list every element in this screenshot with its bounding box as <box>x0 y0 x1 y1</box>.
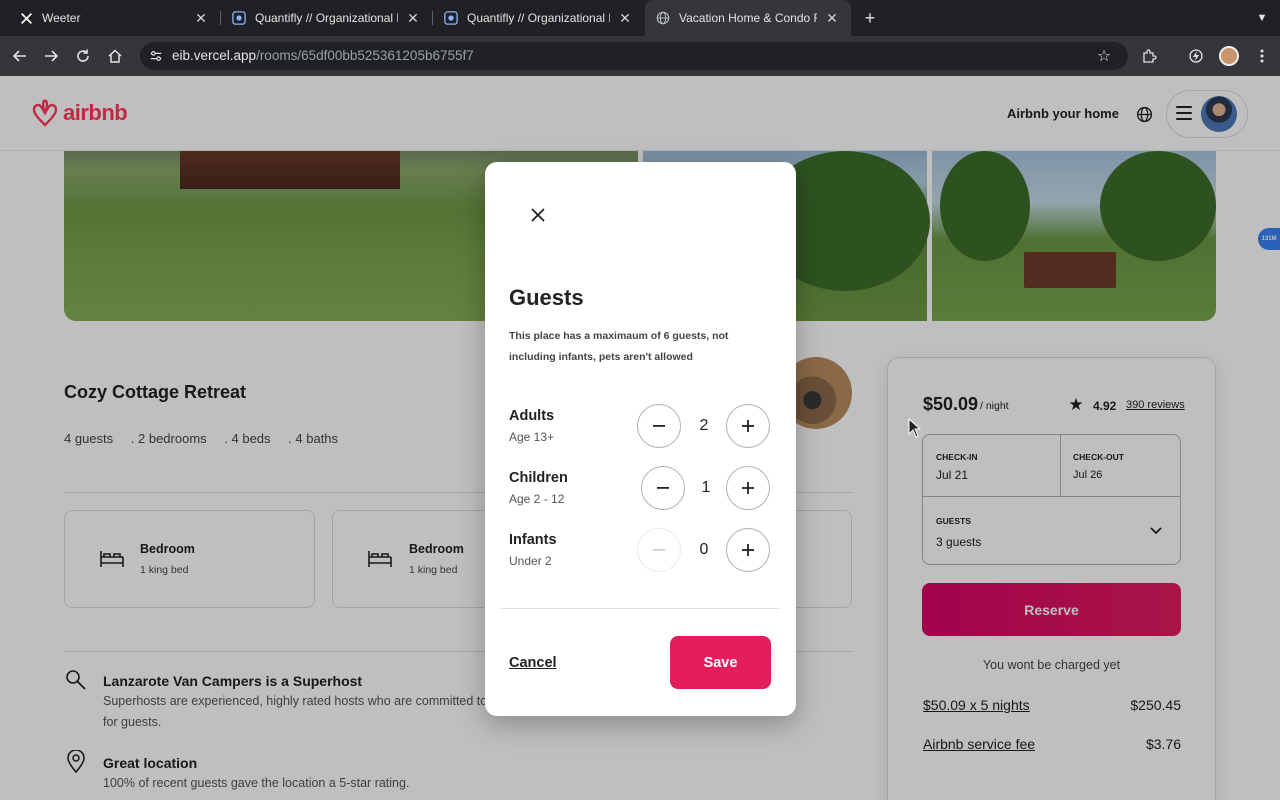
browser-profile-avatar[interactable] <box>1219 46 1239 66</box>
new-tab-icon[interactable]: + <box>860 8 880 28</box>
infants-increment-button[interactable] <box>726 528 770 572</box>
tab-title: Weeter <box>42 11 81 25</box>
browser-tab-weeter[interactable]: Weeter ✕ <box>8 0 220 36</box>
adults-age: Age 13+ <box>509 430 555 444</box>
minus-icon <box>653 425 665 427</box>
browser-tab-quantifly-1[interactable]: Quantifly // Organizational Dia ✕ <box>221 0 432 36</box>
reload-icon[interactable] <box>71 44 95 68</box>
infants-decrement-button[interactable] <box>637 528 681 572</box>
extensions-icon[interactable] <box>1137 44 1161 68</box>
children-count: 1 <box>701 479 711 496</box>
close-tab-icon[interactable]: ✕ <box>192 9 210 27</box>
bookmark-star-icon[interactable]: ☆ <box>1094 46 1114 66</box>
infants-count: 0 <box>699 541 709 558</box>
plus-icon <box>742 544 754 556</box>
close-tab-icon[interactable]: ✕ <box>404 9 422 27</box>
tab-title: Vacation Home & Condo Rent <box>679 11 817 25</box>
plus-icon <box>742 420 754 432</box>
save-button[interactable]: Save <box>670 636 771 689</box>
minus-icon <box>653 549 665 551</box>
modal-divider <box>501 608 779 609</box>
plus-icon <box>742 482 754 494</box>
infants-label: Infants <box>509 532 557 548</box>
cancel-button[interactable]: Cancel <box>509 655 557 671</box>
close-tab-icon[interactable]: ✕ <box>616 9 634 27</box>
tab-search-icon[interactable]: ▼ <box>1252 8 1272 28</box>
tab-title: Quantifly // Organizational Dia <box>467 11 610 25</box>
performance-icon[interactable] <box>1184 44 1208 68</box>
globe-icon <box>655 10 671 26</box>
children-label: Children <box>509 470 568 486</box>
quantifly-icon <box>231 10 247 26</box>
adults-label: Adults <box>509 408 555 424</box>
adults-increment-button[interactable] <box>726 404 770 448</box>
url-path: /rooms/65df00bb525361205b6755f7 <box>256 48 474 63</box>
x-logo-icon <box>18 10 34 26</box>
mouse-cursor-icon <box>908 418 922 438</box>
children-decrement-button[interactable] <box>641 466 685 510</box>
url-host: eib.vercel.app <box>172 48 257 63</box>
browser-tab-vacation[interactable]: Vacation Home & Condo Rent ✕ <box>645 0 851 36</box>
close-tab-icon[interactable]: ✕ <box>823 9 841 27</box>
infants-age: Under 2 <box>509 554 552 568</box>
children-age: Age 2 - 12 <box>509 492 565 506</box>
close-icon[interactable] <box>529 206 547 224</box>
browser-tab-quantifly-2[interactable]: Quantifly // Organizational Dia ✕ <box>433 0 644 36</box>
url-text[interactable]: eib.vercel.app/rooms/65df00bb525361205b6… <box>172 48 474 64</box>
back-icon[interactable] <box>8 44 32 68</box>
forward-icon[interactable] <box>39 44 63 68</box>
adults-decrement-button[interactable] <box>637 404 681 448</box>
quantifly-icon <box>443 10 459 26</box>
site-info-icon[interactable] <box>148 48 164 64</box>
children-increment-button[interactable] <box>726 466 770 510</box>
modal-note: This place has a maximaum of 6 guests, n… <box>509 330 729 363</box>
adults-count: 2 <box>699 417 709 434</box>
tab-title: Quantifly // Organizational Dia <box>255 11 398 25</box>
browser-menu-icon[interactable] <box>1250 44 1274 68</box>
modal-title: Guests <box>509 285 584 310</box>
home-icon[interactable] <box>103 44 127 68</box>
minus-icon <box>657 487 669 489</box>
